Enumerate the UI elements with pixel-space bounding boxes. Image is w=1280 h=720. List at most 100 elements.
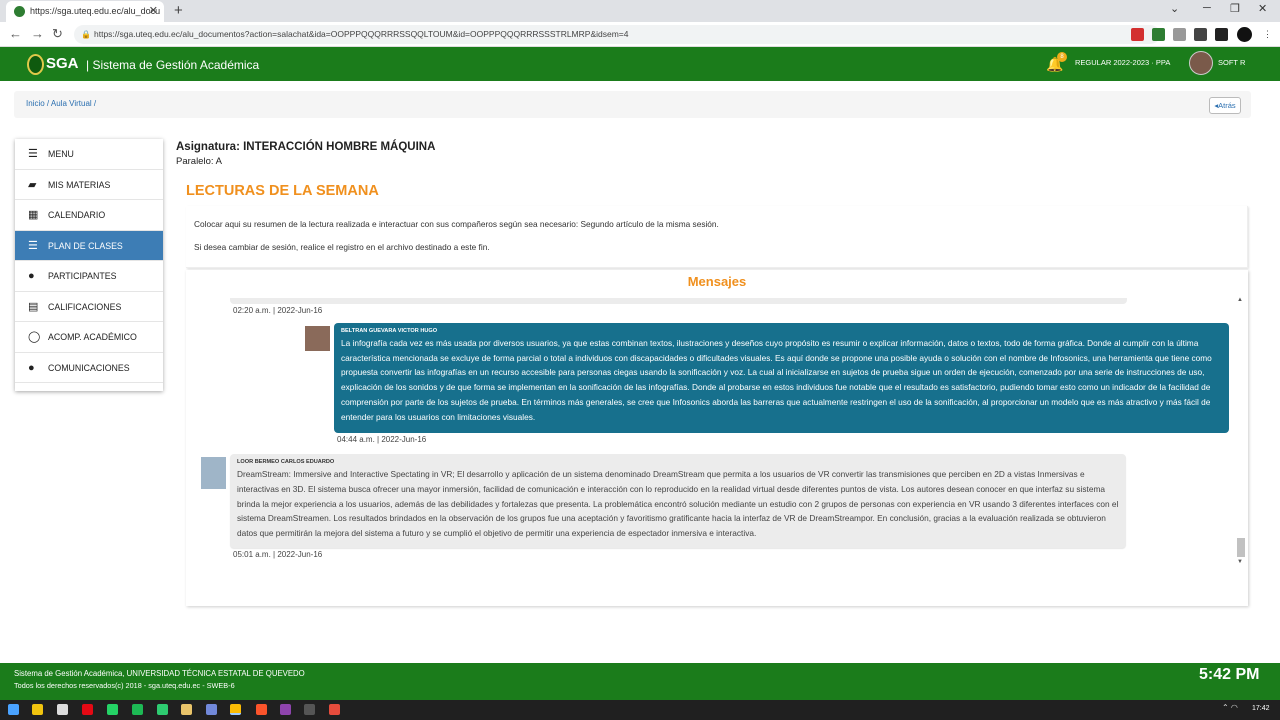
page-title: LECTURAS DE LA SEMANA (186, 183, 379, 199)
extension-icon[interactable] (1173, 28, 1186, 41)
message-bubble: LOOR BERMEO CARLOS EDUARDO DreamStream: … (230, 454, 1126, 548)
avatar (305, 326, 330, 351)
taskbar-clock: 17:42 (1252, 705, 1270, 712)
sidebar-item-label: PARTICIPANTES (48, 271, 117, 281)
notification-badge: 8 (1057, 52, 1067, 62)
scroll-down-icon[interactable]: ▼ (1237, 559, 1243, 565)
sidebar-item-label: ACOMP. ACADÉMICO (48, 332, 137, 342)
book-icon: ▰ (28, 178, 37, 191)
start-icon[interactable] (8, 704, 19, 715)
tab-search-icon[interactable]: ⌄ (1170, 2, 1179, 15)
url-input[interactable]: 🔒 https://sga.uteq.edu.ec/alu_documentos… (74, 25, 1160, 44)
calendar-icon: ▦ (28, 209, 39, 221)
reload-icon[interactable]: ↻ (52, 26, 63, 42)
avatar[interactable] (1189, 51, 1213, 75)
sidebar-item-acomp-academico[interactable]: ◯ ACOMP. ACADÉMICO (15, 322, 163, 353)
scrollbar-thumb[interactable] (1237, 538, 1245, 557)
comments-icon: ◯ (28, 331, 41, 343)
new-tab-button[interactable]: + (174, 1, 183, 21)
message-text: DreamStream: Immersive and Interactive S… (237, 469, 1119, 539)
instruction-text: Colocar aqui su resumen de la lectura re… (194, 219, 719, 229)
app-icon[interactable] (181, 704, 192, 715)
breadcrumb-bar (14, 91, 1251, 118)
app-logo[interactable]: SGA (46, 55, 79, 72)
sidebar-item-calificaciones[interactable]: ▤ CALIFICACIONES (15, 292, 163, 322)
sidebar-item-label: CALIFICACIONES (48, 301, 122, 312)
users-icon: ● (28, 270, 35, 282)
chrome-icon[interactable] (230, 704, 241, 715)
puzzle-icon[interactable] (1194, 28, 1207, 41)
instructions-panel (186, 206, 1248, 268)
message-text: La infografía cada vez es más usada por … (341, 338, 1212, 422)
visual-studio-icon[interactable] (280, 704, 291, 715)
message-author: LOOR BERMEO CARLOS EDUARDO (237, 459, 335, 465)
chrome-icon[interactable] (329, 704, 340, 715)
site-favicon-icon (14, 6, 25, 17)
footer-text: Sistema de Gestión Académica, UNIVERSIDA… (14, 669, 305, 678)
subject-title: Asignatura: INTERACCIÓN HOMBRE MÁQUINA (176, 141, 436, 153)
sga-logo-icon (27, 54, 44, 75)
sidebar-item-label: PLAN DE CLASES (48, 240, 123, 251)
app-icon[interactable] (57, 704, 68, 715)
system-tray-icon[interactable]: ⌃ ◠ (1222, 703, 1238, 712)
tab-title: https://sga.uteq.edu.ec/alu_docu (30, 6, 161, 16)
sidebar-item-calendario[interactable]: ▦ CALENDARIO (15, 200, 163, 231)
back-arrow-icon[interactable]: ← (9, 26, 22, 41)
sidebar-item-comunicaciones[interactable]: ● COMUNICACIONES (15, 353, 163, 383)
sidebar-item-menu[interactable]: ☰ MENU (15, 139, 163, 170)
comment-icon: ● (28, 361, 35, 374)
spotify-icon[interactable] (132, 704, 143, 715)
sidebar-item-label: CALENDARIO (48, 210, 106, 220)
browser-tab-strip (0, 0, 1280, 22)
user-menu[interactable]: SOFT R (1218, 58, 1245, 67)
sidebar-item-mis-materias[interactable]: ▰ MIS MATERIAS (15, 170, 163, 200)
browser-tab[interactable]: https://sga.uteq.edu.ec/alu_docu ✕ (6, 1, 164, 22)
profile-icon[interactable] (1237, 27, 1252, 42)
sidebar-item-plan-de-clases[interactable]: ☰ PLAN DE CLASES (15, 230, 163, 261)
restore-icon[interactable]: ❐ (1230, 2, 1240, 15)
forward-arrow-icon[interactable]: → (31, 26, 44, 41)
minimize-icon[interactable]: ─ (1203, 2, 1211, 14)
avatar (201, 457, 226, 489)
file-explorer-icon[interactable] (32, 704, 43, 715)
sheets-extension-icon[interactable] (1152, 28, 1165, 41)
browser-menu-icon[interactable]: ⋮ (1261, 28, 1274, 41)
period-selector[interactable]: REGULAR 2022-2023 · PPA (1075, 58, 1170, 67)
paralelo-label: Paralelo: A (176, 156, 222, 167)
pdf-extension-icon[interactable] (1131, 28, 1144, 41)
scroll-up-icon[interactable]: ▲ (1237, 297, 1243, 303)
messages-title: Mensajes (687, 274, 747, 289)
sidebar-item-participantes[interactable]: ● PARTICIPANTES (15, 261, 163, 292)
footer-text: Todos los derechos reservados(c) 2018 - … (14, 681, 235, 690)
back-button[interactable]: ◂Atrás (1209, 97, 1241, 114)
close-window-icon[interactable]: ✕ (1258, 2, 1267, 15)
close-tab-icon[interactable]: ✕ (149, 1, 158, 22)
instruction-text: Si desea cambiar de sesión, realice el r… (194, 242, 490, 252)
brave-icon[interactable] (256, 704, 267, 715)
breadcrumb[interactable]: Inicio / Aula Virtual / (26, 99, 96, 108)
whatsapp-icon[interactable] (107, 704, 118, 715)
sidebar-item-label: MIS MATERIAS (48, 179, 111, 190)
app-subtitle: | Sistema de Gestión Académica (86, 58, 260, 72)
list-icon: ☰ (28, 148, 38, 160)
message-time: 04:44 a.m. | 2022-Jun-16 (337, 435, 427, 444)
app-icon[interactable] (304, 704, 315, 715)
table-icon: ▤ (28, 300, 39, 313)
sidebar: ☰ MENU ▰ MIS MATERIAS ▦ CALENDARIO ☰ PLAN DE… (15, 139, 163, 391)
sidepanel-icon[interactable] (1215, 28, 1228, 41)
sidebar-item-label: COMUNICACIONES (48, 362, 130, 373)
message-bubble (230, 298, 1127, 304)
message-time: 02:20 a.m. | 2022-Jun-16 (233, 306, 323, 315)
back-label: Atrás (1218, 101, 1236, 110)
sidebar-item-label: MENU (48, 149, 74, 159)
os-taskbar (0, 700, 1280, 720)
discord-icon[interactable] (206, 704, 217, 715)
footer-clock: 5:42 PM (1199, 666, 1260, 683)
netflix-icon[interactable] (82, 704, 93, 715)
lock-icon: 🔒 (81, 30, 91, 39)
message-author: BELTRAN GUEVARA VICTOR HUGO (341, 328, 438, 334)
chat-scrollbar[interactable]: ▲ ▼ (1236, 297, 1246, 567)
message-bubble: BELTRAN GUEVARA VICTOR HUGO La infografí… (334, 323, 1229, 433)
app-icon[interactable] (157, 704, 168, 715)
list-icon: ☰ (28, 239, 38, 252)
